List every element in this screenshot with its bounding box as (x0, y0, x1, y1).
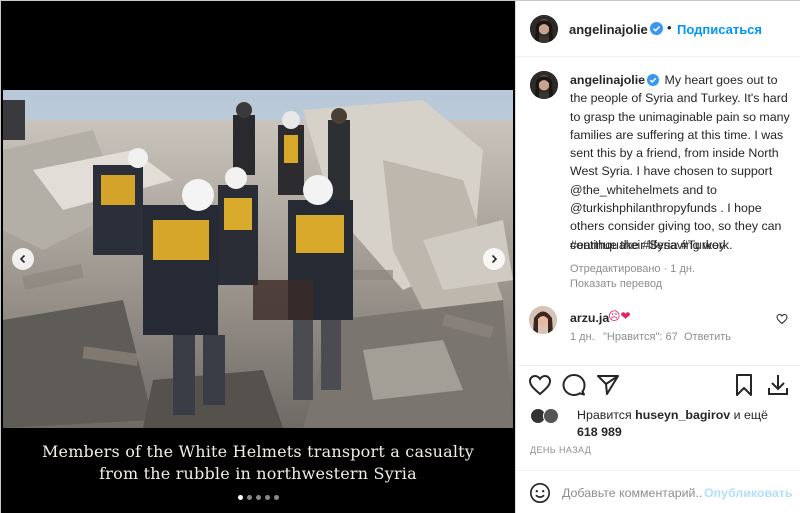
publish-button[interactable]: Опубликовать (704, 486, 792, 500)
comment-time[interactable]: 1 дн. (570, 331, 595, 343)
post-header: angelinajolie • Подписаться (516, 1, 800, 57)
caption-username[interactable]: angelinajolie (570, 73, 645, 87)
caption-hashtags[interactable]: #earthquake #Syria #Turkey (570, 238, 725, 252)
comment-input[interactable] (562, 484, 702, 502)
like-button[interactable] (528, 373, 552, 397)
heart-icon (528, 374, 552, 396)
profile-avatar-icon (530, 71, 558, 99)
download-icon (768, 375, 788, 395)
verified-badge-icon (647, 74, 660, 86)
smiley-icon[interactable] (529, 482, 551, 504)
caption-body: My heart goes out to the people of Syria… (570, 73, 790, 252)
likes-middle: и ещё (730, 408, 768, 422)
likes-summary: Нравится huseyn_bagirov и ещё 618 989 (516, 403, 800, 443)
share-button[interactable] (596, 373, 620, 397)
caption-author-avatar[interactable] (530, 71, 558, 99)
post-media[interactable]: Members of the White Helmets transport a… (1, 1, 515, 513)
media-caption-line: from the rubble in northwestern Syria (99, 464, 417, 483)
bookmark-icon (736, 374, 752, 396)
comment-text: ☹❤ (608, 309, 631, 323)
post-date[interactable]: ДЕНЬ НАЗАД (530, 445, 591, 455)
comment-reply-button[interactable]: Ответить (684, 331, 731, 343)
heart-outline-icon[interactable] (776, 313, 788, 325)
post-actions (516, 365, 800, 401)
carousel-dot (246, 495, 252, 500)
comment-icon (562, 374, 586, 396)
comment-likes[interactable]: "Нравится": 67 (603, 331, 678, 343)
liker-avatar (543, 408, 559, 424)
header-separator: • (667, 20, 672, 35)
instagram-post: Members of the White Helmets transport a… (0, 0, 800, 513)
show-translation-link[interactable]: Показать перевод (570, 278, 662, 290)
add-comment-bar: Опубликовать (516, 470, 800, 513)
media-caption: Members of the White Helmets transport a… (1, 441, 515, 485)
comment-username[interactable]: arzu.ja (570, 311, 609, 325)
author-username[interactable]: angelinajolie (569, 22, 648, 37)
profile-avatar-icon (529, 306, 557, 334)
verified-badge-icon (650, 22, 663, 35)
post-photo (3, 90, 513, 428)
carousel-dot (264, 495, 270, 500)
carousel-indicators (1, 495, 515, 500)
carousel-dot (255, 495, 261, 500)
comment-button[interactable] (562, 373, 586, 397)
carousel-next-button[interactable] (483, 248, 505, 270)
comments-section: angelinajolie My heart goes out to the p… (516, 58, 800, 364)
commenter-avatar[interactable] (529, 306, 557, 334)
carousel-dot (237, 495, 243, 500)
post-side-panel: angelinajolie • Подписаться angelinajoli… (515, 1, 800, 513)
author-avatar[interactable] (530, 15, 558, 43)
liker-username[interactable]: huseyn_bagirov (635, 408, 730, 422)
save-button[interactable] (732, 373, 756, 397)
download-button[interactable] (766, 373, 790, 397)
share-icon (597, 375, 619, 395)
chevron-right-icon (491, 254, 498, 264)
follow-button[interactable]: Подписаться (677, 22, 762, 37)
chevron-left-icon (19, 254, 26, 264)
media-caption-line: Members of the White Helmets transport a… (41, 442, 475, 461)
likes-count[interactable]: 618 989 (577, 425, 622, 439)
carousel-prev-button[interactable] (12, 248, 34, 270)
carousel-dot (273, 495, 279, 500)
post-caption: angelinajolie My heart goes out to the p… (570, 71, 794, 254)
likes-prefix: Нравится (577, 408, 636, 422)
profile-avatar-icon (530, 15, 558, 43)
caption-edited-meta: Отредактировано · 1 дн. (570, 263, 696, 275)
likes-text: Нравится huseyn_bagirov и ещё 618 989 (577, 407, 792, 441)
